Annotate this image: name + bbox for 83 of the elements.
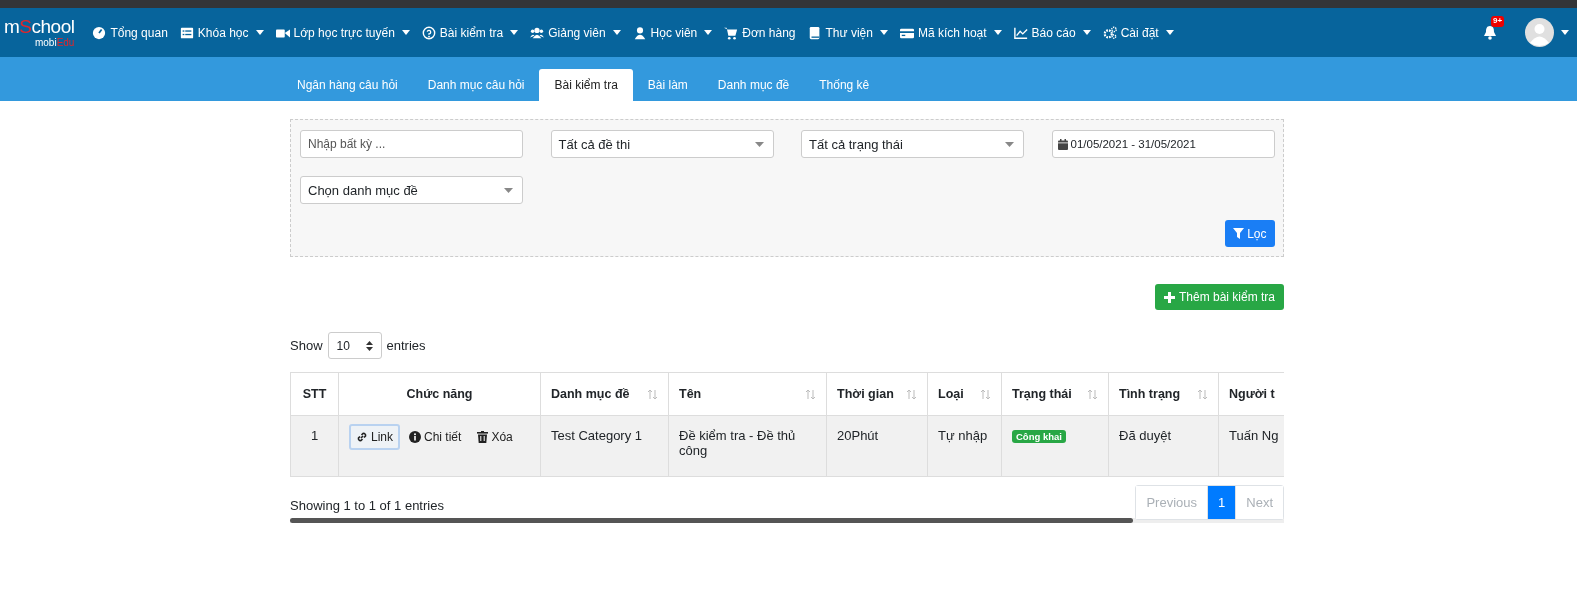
nav-icon — [1013, 25, 1028, 40]
sort-icon — [365, 340, 373, 351]
scrollbar[interactable] — [290, 518, 1284, 523]
action-button[interactable]: Chi tiết — [402, 424, 469, 450]
sort-icon — [805, 388, 816, 400]
table-cell: Test Category 1 — [540, 415, 669, 477]
trash-icon — [477, 431, 489, 443]
date-range-field[interactable]: 01/05/2021 - 31/05/2021 — [1051, 130, 1275, 158]
nav-item[interactable]: Lớp học trực tuyến — [269, 25, 416, 40]
sort-icon — [647, 388, 658, 400]
column-header[interactable]: Loại — [927, 372, 1002, 416]
page-button[interactable]: 1 — [1207, 486, 1236, 519]
caret-icon — [704, 30, 713, 35]
table-cell: Đã duyệt — [1108, 415, 1219, 477]
caret-icon — [401, 30, 410, 35]
column-header: STT — [290, 372, 339, 416]
nav-icon — [421, 25, 436, 40]
nav-item[interactable]: Cài đặt — [1096, 25, 1180, 40]
entries-label: entries — [386, 338, 426, 353]
nav-icon — [807, 25, 822, 40]
link-icon — [356, 431, 368, 443]
nav-item[interactable]: Đơn hàng — [718, 25, 802, 40]
column-header[interactable]: Thời gian — [826, 372, 928, 416]
nav-item[interactable]: Báo cáo — [1007, 25, 1097, 40]
show-label: Show — [290, 338, 323, 353]
caret-icon — [255, 30, 264, 35]
nav-item[interactable]: Thư viện — [801, 25, 894, 40]
column-header[interactable]: Tên — [668, 372, 827, 416]
status-badge: Công khai — [1012, 430, 1066, 443]
caret-icon — [510, 30, 519, 35]
caret-icon — [1561, 30, 1569, 35]
caret-icon — [754, 141, 764, 147]
sort-icon — [1197, 388, 1208, 400]
bell-icon[interactable] — [1483, 25, 1497, 40]
column-header[interactable]: Danh mục đề — [540, 372, 669, 416]
caret-icon — [993, 30, 1002, 35]
avatar-icon[interactable] — [1525, 18, 1554, 47]
table-cell: 1 — [290, 415, 339, 477]
caret-icon — [1005, 141, 1014, 147]
entries-select[interactable]: 10 — [327, 332, 382, 359]
info-icon — [409, 431, 421, 443]
table-cell: 20Phút — [826, 415, 928, 477]
nav-icon — [724, 25, 739, 40]
filter-button[interactable]: Lọc — [1225, 220, 1275, 247]
caret-icon — [504, 187, 513, 193]
entries-info: Showing 1 to 1 of 1 entries — [290, 498, 444, 513]
calendar-icon — [1057, 138, 1068, 150]
select-field[interactable]: Chọn danh mục đề — [300, 176, 523, 204]
select-field[interactable]: Tất cả trạng thái — [801, 130, 1024, 158]
caret-icon — [612, 30, 621, 35]
sort-icon — [1087, 388, 1098, 400]
column-header: Chức năng — [338, 372, 541, 416]
table-cell: Tự nhập — [927, 415, 1002, 477]
nav-item[interactable]: Bài kiểm tra — [415, 25, 525, 40]
logo[interactable]: mSchool mobiEdu — [4, 17, 75, 48]
column-header[interactable]: Trạng thái — [1001, 372, 1109, 416]
search-field[interactable]: Nhập bất kỳ ... — [300, 130, 523, 158]
caret-icon — [879, 30, 888, 35]
nav-icon — [179, 25, 194, 40]
caret-icon — [1082, 30, 1091, 35]
action-button[interactable]: Xóa — [470, 424, 520, 450]
nav-icon — [530, 25, 545, 40]
nav-icon — [1102, 25, 1117, 40]
caret-icon — [1165, 30, 1174, 35]
notification-badge: 9+ — [1491, 16, 1505, 27]
sort-icon — [906, 388, 917, 400]
plus-icon — [1163, 291, 1175, 303]
table-cell: Tuấn Ng — [1218, 415, 1284, 477]
nav-item[interactable]: Giảng viên — [524, 25, 627, 40]
column-header[interactable]: Tình trạng — [1108, 372, 1219, 416]
nav-item[interactable]: Học viên — [626, 25, 719, 40]
nav-item[interactable]: Mã kích hoạt — [893, 25, 1008, 40]
column-header: Người t — [1218, 372, 1284, 416]
table-cell: Đề kiểm tra - Đề thủ công — [668, 415, 827, 477]
select-field[interactable]: Tất cả đề thi — [550, 130, 774, 158]
nav-icon — [92, 25, 107, 40]
filter-icon — [1233, 228, 1245, 239]
action-button[interactable]: Link — [349, 424, 400, 450]
tab[interactable]: Bài kiểm tra — [539, 69, 633, 101]
nav-icon — [632, 25, 647, 40]
nav-item[interactable]: Khóa học — [173, 25, 270, 40]
sort-icon — [980, 388, 991, 400]
nav-item[interactable]: Tổng quan — [86, 25, 174, 40]
